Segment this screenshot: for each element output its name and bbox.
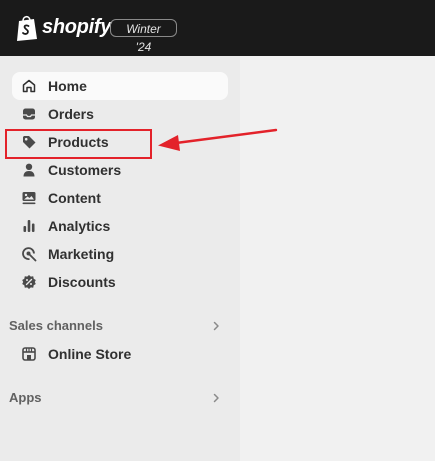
sidebar-item-label: Discounts (48, 274, 116, 290)
sidebar-item-home[interactable]: Home (12, 72, 228, 100)
chevron-right-icon[interactable] (210, 392, 222, 404)
target-icon (22, 247, 37, 262)
sidebar-item-orders[interactable]: Orders (12, 100, 228, 128)
edition-badge: Winter '24 (110, 19, 177, 54)
main-content-area (240, 56, 435, 461)
sidebar-item-label: Online Store (48, 346, 132, 362)
sidebar-item-content[interactable]: Content (12, 184, 228, 212)
store-icon (22, 347, 36, 361)
bar-chart-icon (23, 220, 35, 232)
top-bar: shopify Winter '24 (0, 0, 435, 56)
sidebar-item-customers[interactable]: Customers (12, 156, 228, 184)
section-label: Sales channels (9, 318, 103, 333)
image-icon (22, 192, 36, 205)
sidebar-item-label: Marketing (48, 246, 115, 262)
inbox-icon (23, 108, 35, 120)
discount-badge-icon (22, 275, 36, 289)
sidebar-item-products[interactable]: Products (12, 128, 228, 156)
sidebar-item-label: Analytics (48, 218, 111, 234)
section-label: Apps (9, 390, 42, 405)
sidebar-item-label: Products (48, 134, 109, 150)
home-icon (22, 79, 36, 93)
sidebar-item-label: Customers (48, 162, 122, 178)
sidebar-item-analytics[interactable]: Analytics (12, 212, 228, 240)
sidebar-item-marketing[interactable]: Marketing (12, 240, 228, 268)
sidebar-item-label: Orders (48, 106, 94, 122)
sidebar-item-label: Home (48, 78, 87, 94)
person-icon (23, 163, 35, 177)
sidebar-item-discounts[interactable]: Discounts (12, 268, 228, 296)
tag-icon (23, 136, 36, 149)
sidebar-item-label: Content (48, 190, 101, 206)
sidebar-nav: Home Orders Products Customers Content A… (0, 56, 240, 461)
shopify-brand[interactable]: shopify (42, 16, 111, 39)
chevron-right-icon[interactable] (210, 320, 222, 332)
sidebar-item-online-store[interactable]: Online Store (12, 340, 228, 368)
apps-header[interactable]: Apps (0, 386, 240, 410)
shopify-bag-icon[interactable] (15, 14, 39, 42)
sales-channels-header[interactable]: Sales channels (0, 314, 240, 338)
